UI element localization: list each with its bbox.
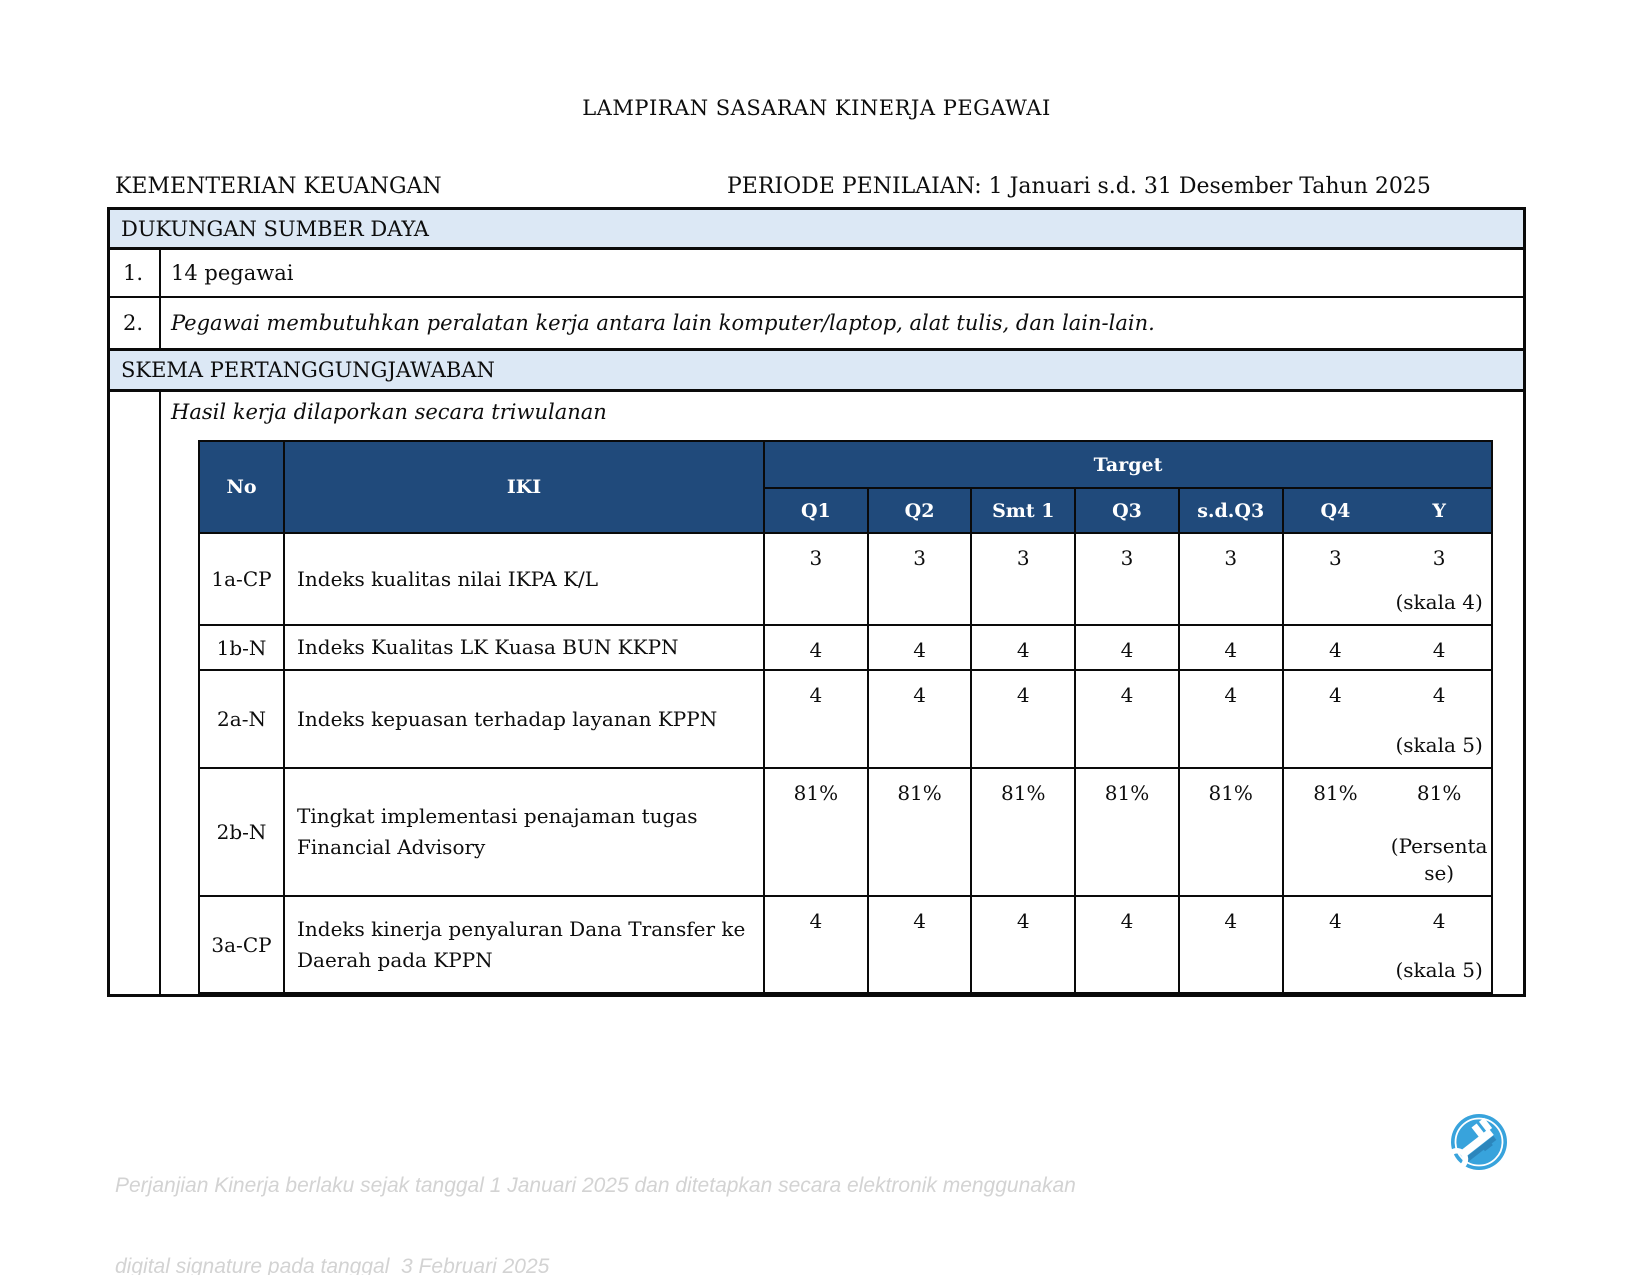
- row-iki: Indeks kualitas nilai IKPA K/L: [285, 534, 765, 626]
- assessment-period-label: PERIODE PENILAIAN: 1 Januari s.d. 31 Des…: [727, 174, 1431, 199]
- section-header-scheme: SKEMA PERTANGGUNGJAWABAN: [110, 348, 1523, 392]
- digital-signature-key-logo: [1438, 1103, 1518, 1183]
- target-smt1: 4: [972, 626, 1077, 671]
- target-q1: 4: [765, 897, 869, 994]
- target-q2: 4: [868, 626, 973, 671]
- scheme-number-cell: [110, 392, 161, 997]
- target-y-unit: (skala 5): [1395, 958, 1483, 982]
- target-q1: 3: [765, 534, 869, 626]
- target-q2: 81%: [868, 769, 973, 897]
- target-y: 4 (skala 5): [1387, 897, 1491, 994]
- target-y-value: 4: [1432, 909, 1446, 933]
- target-smt1: 81%: [972, 769, 1077, 897]
- target-y-value: 3: [1432, 546, 1446, 570]
- target-q4: 4: [1283, 897, 1388, 994]
- col-header-smt1: Smt 1: [972, 489, 1077, 534]
- row-code: 2b-N: [200, 769, 285, 897]
- section-header-resources-label: DUKUNGAN SUMBER DAYA: [121, 216, 429, 241]
- target-q4: 4: [1283, 626, 1388, 671]
- target-q3: 3: [1076, 534, 1180, 626]
- iki-target-table: No IKI Target Q1 Q2 Smt 1 Q3 s.d.Q3 Q4 Y…: [198, 440, 1493, 996]
- scheme-content-cell: Hasil kerja dilaporkan secara triwulanan…: [161, 392, 1523, 997]
- resource-row-2-number: 2.: [110, 298, 161, 348]
- resource-row-1-number: 1.: [110, 250, 161, 296]
- col-header-target: Target: [765, 442, 1491, 489]
- row-code: 1b-N: [200, 626, 285, 671]
- target-q3: 81%: [1076, 769, 1180, 897]
- key-circle-icon: [1445, 1114, 1507, 1171]
- col-header-q1: Q1: [765, 489, 869, 534]
- target-y-unit: (skala 4): [1395, 590, 1483, 614]
- target-q4: 4: [1283, 671, 1388, 769]
- target-q3: 4: [1076, 897, 1180, 994]
- reporting-note: Hasil kerja dilaporkan secara triwulanan: [171, 400, 607, 424]
- document-page: { "page": { "title": "LAMPIRAN SASARAN K…: [0, 0, 1650, 1275]
- target-sdq3: 4: [1179, 671, 1284, 769]
- col-header-q2: Q2: [868, 489, 973, 534]
- row-iki: Indeks Kualitas LK Kuasa BUN KKPN: [285, 626, 765, 671]
- row-iki: Indeks kepuasan terhadap layanan KPPN: [285, 671, 765, 769]
- target-smt1: 4: [972, 897, 1077, 994]
- resource-row-1: 1. 14 pegawai: [110, 250, 1523, 298]
- col-header-q3: Q3: [1076, 489, 1180, 534]
- resource-row-2-text: Pegawai membutuhkan peralatan kerja anta…: [171, 311, 1155, 335]
- row-code: 3a-CP: [200, 897, 285, 994]
- target-sdq3: 3: [1179, 534, 1284, 626]
- target-q2: 4: [868, 671, 973, 769]
- row-iki: Indeks kinerja penyaluran Dana Transfer …: [285, 897, 765, 994]
- target-q2: 4: [868, 897, 973, 994]
- target-sdq3: 4: [1179, 626, 1284, 671]
- target-y: 81% (Persentase): [1387, 769, 1491, 897]
- page-title: LAMPIRAN SASARAN KINERJA PEGAWAI: [582, 96, 1051, 120]
- row-code: 1a-CP: [200, 534, 285, 626]
- document-table: DUKUNGAN SUMBER DAYA 1. 14 pegawai 2. Pe…: [107, 207, 1526, 997]
- target-y-value: 4: [1432, 683, 1446, 707]
- target-sdq3: 4: [1179, 897, 1284, 994]
- validity-note: Perjanjian Kinerja berlaku sejak tanggal…: [115, 1118, 1076, 1275]
- target-q3: 4: [1076, 626, 1180, 671]
- target-y-value: 4: [1432, 638, 1446, 662]
- col-header-no: No: [200, 442, 285, 534]
- target-q1: 4: [765, 626, 869, 671]
- col-header-q4: Q4: [1283, 489, 1388, 534]
- target-smt1: 3: [972, 534, 1077, 626]
- target-q2: 3: [868, 534, 973, 626]
- target-q1: 4: [765, 671, 869, 769]
- section-header-resources: DUKUNGAN SUMBER DAYA: [110, 210, 1523, 250]
- validity-note-line2: digital signature pada tanggal 3 Februar…: [115, 1255, 550, 1275]
- target-y-unit: (skala 5): [1395, 733, 1483, 757]
- resource-row-1-text: 14 pegawai: [171, 261, 294, 285]
- target-sdq3: 81%: [1179, 769, 1284, 897]
- validity-note-line1: Perjanjian Kinerja berlaku sejak tanggal…: [115, 1174, 1076, 1197]
- ministry-label: KEMENTERIAN KEUANGAN: [115, 174, 442, 199]
- target-q4: 3: [1283, 534, 1388, 626]
- target-q1: 81%: [765, 769, 869, 897]
- row-code: 2a-N: [200, 671, 285, 769]
- target-smt1: 4: [972, 671, 1077, 769]
- target-y-value: 81%: [1416, 781, 1462, 805]
- target-q3: 4: [1076, 671, 1180, 769]
- target-q4: 81%: [1283, 769, 1388, 897]
- row-iki: Tingkat implementasi penajaman tugas Fin…: [285, 769, 765, 897]
- target-y: 4 (skala 5): [1387, 671, 1491, 769]
- col-header-iki: IKI: [285, 442, 765, 534]
- col-header-y: Y: [1387, 489, 1491, 534]
- col-header-sdq3: s.d.Q3: [1179, 489, 1284, 534]
- target-y: 3 (skala 4): [1387, 534, 1491, 626]
- scheme-content-row: Hasil kerja dilaporkan secara triwulanan…: [110, 392, 1523, 997]
- section-header-scheme-label: SKEMA PERTANGGUNGJAWABAN: [121, 358, 495, 382]
- resource-row-2: 2. Pegawai membutuhkan peralatan kerja a…: [110, 298, 1523, 348]
- target-y: 4: [1387, 626, 1491, 671]
- target-y-unit: (Persentase): [1390, 834, 1488, 885]
